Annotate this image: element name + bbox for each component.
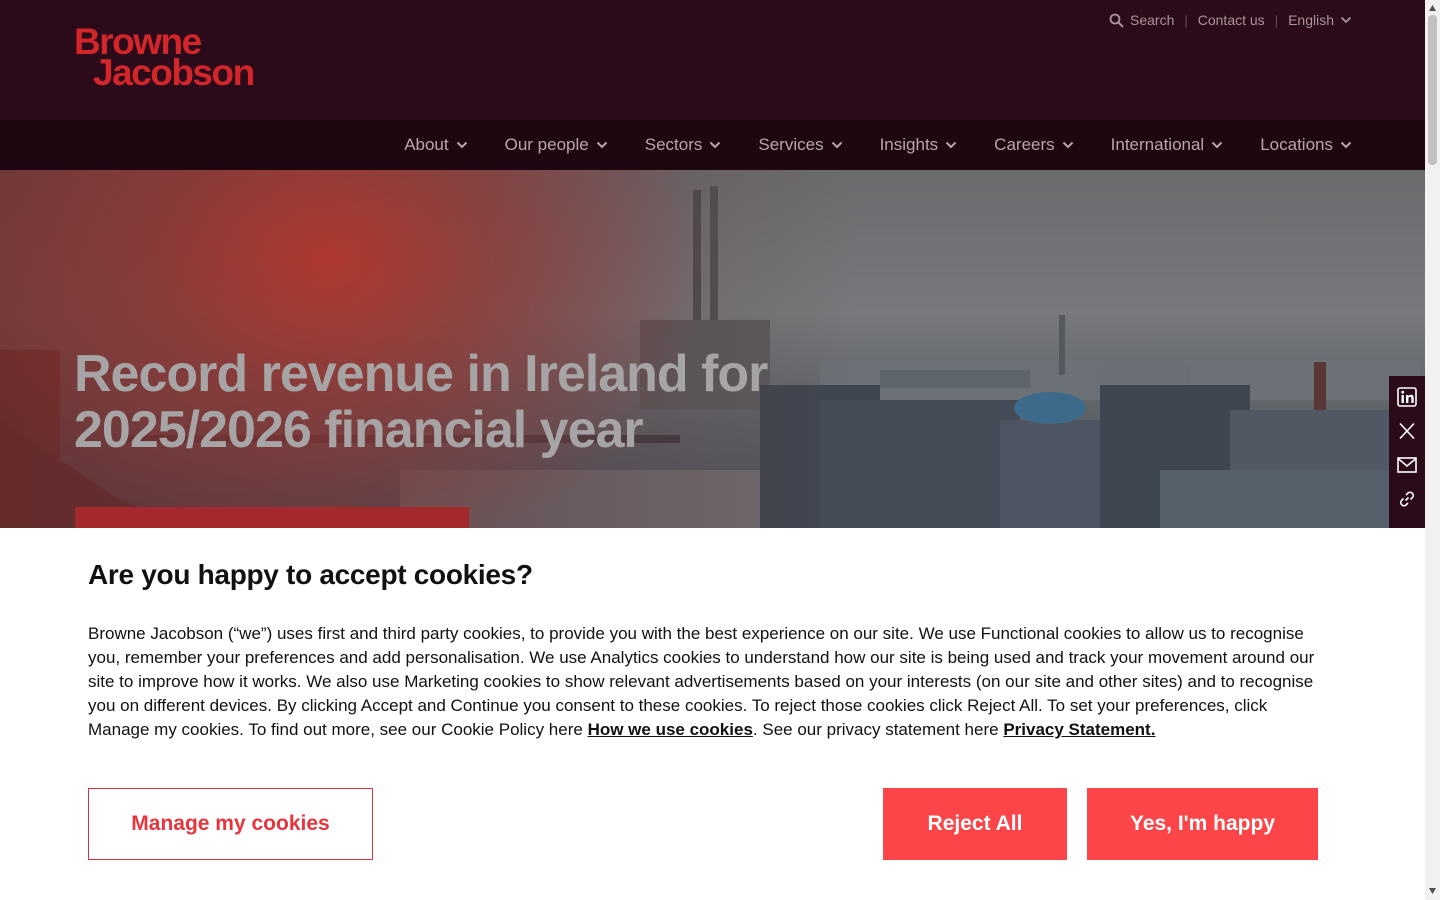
scroll-up-arrow-icon[interactable] [1428, 4, 1437, 12]
chevron-down-icon [1212, 141, 1223, 149]
nav-item-label: Sectors [644, 135, 703, 154]
cookie-consent-banner: Are you happy to accept cookies? Browne … [0, 528, 1425, 900]
cookie-banner-title: Are you happy to accept cookies? [88, 559, 533, 590]
chevron-down-icon [945, 141, 957, 149]
contact-us-link[interactable]: Contact us [1198, 12, 1265, 28]
hero-red-bar [75, 507, 469, 528]
nav-item-label: Locations [1260, 135, 1333, 154]
search-label: Search [1130, 12, 1175, 28]
nav-item-label: Services [758, 135, 824, 154]
nav-item-label: Careers [994, 135, 1055, 154]
chevron-down-icon [710, 141, 721, 149]
linkedin-icon[interactable] [1396, 386, 1418, 408]
page-scrollbar[interactable] [1425, 0, 1440, 900]
nav-item-label: Insights [879, 135, 939, 154]
browne-jacobson-logo[interactable]: Browne Jacobson [74, 23, 255, 93]
accept-cookies-button[interactable]: Yes, I'm happy [1087, 788, 1318, 860]
reject-all-button[interactable]: Reject All [883, 788, 1067, 860]
nav-item-label: About [404, 135, 449, 154]
nav-item-sectors[interactable]: Sectors [645, 135, 722, 155]
separator: | [1184, 12, 1188, 28]
email-icon[interactable] [1396, 454, 1418, 476]
nav-item-label: International [1110, 135, 1205, 154]
language-label: English [1288, 12, 1334, 28]
main-navigation: About Our people Sectors Services Insigh… [0, 120, 1425, 170]
chevron-down-icon [456, 141, 467, 149]
nav-item-label: Our people [504, 135, 589, 154]
nav-item-about[interactable]: About [404, 135, 467, 155]
chevron-down-icon [1062, 141, 1073, 149]
manage-cookies-button[interactable]: Manage my cookies [88, 788, 373, 860]
cookie-banner-text: Browne Jacobson (“we”) uses first and th… [88, 622, 1328, 742]
chevron-down-icon [831, 141, 842, 149]
nav-list: About Our people Sectors Services Insigh… [404, 120, 1352, 170]
link-icon[interactable] [1396, 488, 1418, 510]
search-link[interactable]: Search [1109, 12, 1174, 28]
chevron-down-icon [596, 141, 607, 149]
chevron-down-icon [1340, 141, 1352, 149]
social-share-rail [1389, 376, 1425, 528]
scroll-down-arrow-icon[interactable] [1428, 887, 1437, 895]
contact-us-label: Contact us [1197, 12, 1265, 28]
chevron-down-icon [1340, 16, 1352, 24]
nav-item-international[interactable]: International [1111, 135, 1224, 155]
site-header: Browne Jacobson Search | Contact us | En… [0, 0, 1425, 120]
separator: | [1274, 12, 1279, 28]
logo-line-2: Jacobson [93, 52, 255, 93]
cookie-middle-text: . See our privacy statement here [752, 720, 1004, 739]
nav-item-services[interactable]: Services [758, 135, 842, 155]
nav-item-locations[interactable]: Locations [1260, 135, 1352, 155]
utility-nav: Search | Contact us | English [1109, 12, 1352, 28]
hero-banner: Record revenue in Ireland for 2025/2026 … [0, 170, 1425, 528]
nav-item-careers[interactable]: Careers [994, 135, 1073, 155]
how-we-use-cookies-link[interactable]: How we use cookies [588, 720, 753, 739]
privacy-statement-link[interactable]: Privacy Statement. [1003, 720, 1155, 739]
nav-item-our-people[interactable]: Our people [505, 135, 608, 155]
scrollbar-thumb[interactable] [1428, 15, 1437, 165]
language-selector[interactable]: English [1288, 12, 1352, 28]
nav-item-insights[interactable]: Insights [880, 135, 958, 155]
search-icon [1109, 13, 1124, 28]
x-icon[interactable] [1396, 420, 1418, 442]
page-title: Record revenue in Ireland for 2025/2026 … [74, 345, 768, 459]
